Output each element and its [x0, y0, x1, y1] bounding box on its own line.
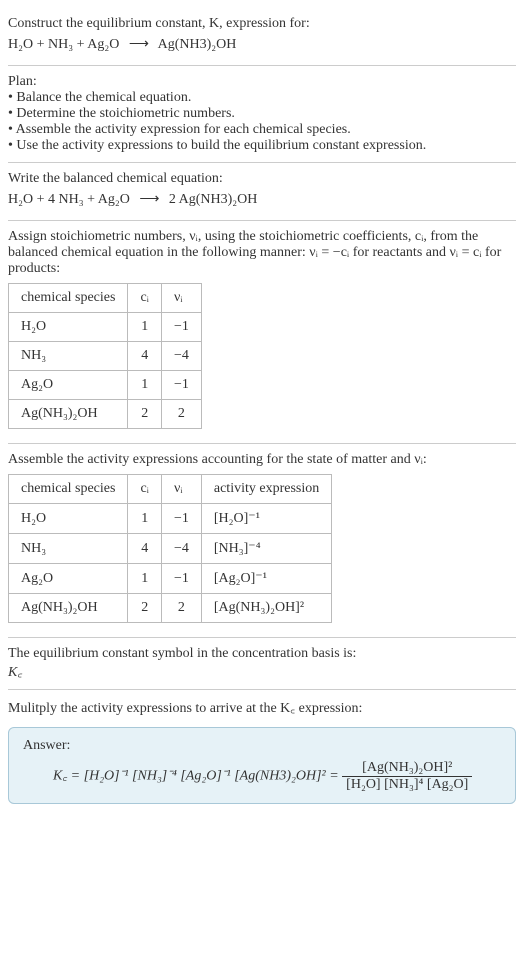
- fraction-denominator: [H₂O] [NH₃]⁴ [Ag₂O]: [342, 777, 472, 793]
- answer-expression: K꜀ = [H₂O]⁻¹ [NH₃]⁻⁴ [Ag₂O]⁻¹ [Ag(NH3)₂O…: [23, 760, 501, 793]
- answer-fraction: [Ag(NH₃)₂OH]² [H₂O] [NH₃]⁴ [Ag₂O]: [342, 760, 472, 793]
- answer-lhs: K꜀ = [H₂O]⁻¹ [NH₃]⁻⁴ [Ag₂O]⁻¹ [Ag(NH3)₂O…: [53, 769, 339, 784]
- plan-title: Plan:: [8, 74, 516, 90]
- table-row: Ag(NH₃)₂OH 2 2 [Ag(NH₃)₂OH]²: [9, 594, 332, 623]
- cell-species: NH₃: [9, 342, 128, 371]
- table-row: NH₃ 4 −4 [NH₃]⁻⁴: [9, 534, 332, 564]
- col-expr: activity expression: [201, 475, 331, 504]
- balanced-equation: H₂O + 4 NH₃ + Ag₂O ⟶ 2 Ag(NH3)₂OH: [8, 187, 516, 212]
- cell-species: NH₃: [9, 534, 128, 564]
- multiply-section: Mulitply the activity expressions to arr…: [8, 690, 516, 721]
- stoich-intro: Assign stoichiometric numbers, νᵢ, using…: [8, 229, 516, 277]
- kc-symbol: K꜀: [8, 662, 516, 681]
- balanced-title: Write the balanced chemical equation:: [8, 171, 516, 187]
- plan-bullet-4: • Use the activity expressions to build …: [8, 138, 516, 154]
- arrow-icon: ⟶: [123, 37, 155, 52]
- eq-rhs: Ag(NH3)₂OH: [158, 37, 237, 52]
- answer-box: Answer: K꜀ = [H₂O]⁻¹ [NH₃]⁻⁴ [Ag₂O]⁻¹ [A…: [8, 727, 516, 804]
- fraction-numerator: [Ag(NH₃)₂OH]²: [342, 760, 472, 777]
- cell-c: 1: [128, 371, 162, 400]
- table-row: Ag(NH₃)₂OH 2 2: [9, 400, 202, 429]
- cell-v: −4: [161, 534, 201, 564]
- eq-lhs: H₂O + NH₃ + Ag₂O: [8, 37, 119, 52]
- plan-bullet-3: • Assemble the activity expression for e…: [8, 122, 516, 138]
- col-species: chemical species: [9, 284, 128, 313]
- table-header-row: chemical species cᵢ νᵢ: [9, 284, 202, 313]
- cell-species: Ag₂O: [9, 564, 128, 594]
- cell-v: 2: [161, 400, 201, 429]
- cell-expr: [Ag(NH₃)₂OH]²: [201, 594, 331, 623]
- cell-species: Ag₂O: [9, 371, 128, 400]
- activity-intro: Assemble the activity expressions accoun…: [8, 452, 516, 468]
- col-v: νᵢ: [161, 475, 201, 504]
- col-species: chemical species: [9, 475, 128, 504]
- prompt-section: Construct the equilibrium constant, K, e…: [8, 8, 516, 66]
- cell-expr: [Ag₂O]⁻¹: [201, 564, 331, 594]
- cell-v: −1: [161, 313, 201, 342]
- table-row: H₂O 1 −1: [9, 313, 202, 342]
- cell-c: 4: [128, 342, 162, 371]
- stoich-section: Assign stoichiometric numbers, νᵢ, using…: [8, 221, 516, 444]
- stoich-table: chemical species cᵢ νᵢ H₂O 1 −1 NH₃ 4 −4…: [8, 283, 202, 429]
- answer-label: Answer:: [23, 738, 501, 754]
- balanced-section: Write the balanced chemical equation: H₂…: [8, 163, 516, 221]
- col-v: νᵢ: [161, 284, 201, 313]
- cell-c: 1: [128, 504, 162, 534]
- plan-bullet-2: • Determine the stoichiometric numbers.: [8, 106, 516, 122]
- cell-v: −1: [161, 564, 201, 594]
- cell-c: 1: [128, 313, 162, 342]
- col-c: cᵢ: [128, 284, 162, 313]
- cell-species: H₂O: [9, 504, 128, 534]
- prompt-text: Construct the equilibrium constant, K, e…: [8, 16, 310, 31]
- activity-table: chemical species cᵢ νᵢ activity expressi…: [8, 474, 332, 623]
- cell-v: −4: [161, 342, 201, 371]
- prompt-line1: Construct the equilibrium constant, K, e…: [8, 16, 516, 32]
- cell-c: 2: [128, 400, 162, 429]
- cell-v: 2: [161, 594, 201, 623]
- balanced-rhs: 2 Ag(NH3)₂OH: [169, 192, 257, 207]
- table-row: Ag₂O 1 −1: [9, 371, 202, 400]
- cell-v: −1: [161, 371, 201, 400]
- cell-expr: [H₂O]⁻¹: [201, 504, 331, 534]
- cell-species: Ag(NH₃)₂OH: [9, 594, 128, 623]
- multiply-intro: Mulitply the activity expressions to arr…: [8, 698, 516, 717]
- cell-c: 1: [128, 564, 162, 594]
- table-row: Ag₂O 1 −1 [Ag₂O]⁻¹: [9, 564, 332, 594]
- plan-section: Plan: • Balance the chemical equation. •…: [8, 66, 516, 163]
- symbol-section: The equilibrium constant symbol in the c…: [8, 638, 516, 690]
- table-row: NH₃ 4 −4: [9, 342, 202, 371]
- activity-section: Assemble the activity expressions accoun…: [8, 444, 516, 638]
- prompt-equation: H₂O + NH₃ + Ag₂O ⟶ Ag(NH3)₂OH: [8, 32, 516, 57]
- table-row: H₂O 1 −1 [H₂O]⁻¹: [9, 504, 332, 534]
- balanced-lhs: H₂O + 4 NH₃ + Ag₂O: [8, 192, 130, 207]
- table-header-row: chemical species cᵢ νᵢ activity expressi…: [9, 475, 332, 504]
- cell-expr: [NH₃]⁻⁴: [201, 534, 331, 564]
- cell-v: −1: [161, 504, 201, 534]
- cell-species: H₂O: [9, 313, 128, 342]
- symbol-intro: The equilibrium constant symbol in the c…: [8, 646, 516, 662]
- arrow-icon: ⟶: [133, 192, 165, 207]
- cell-c: 2: [128, 594, 162, 623]
- cell-c: 4: [128, 534, 162, 564]
- plan-bullet-1: • Balance the chemical equation.: [8, 90, 516, 106]
- col-c: cᵢ: [128, 475, 162, 504]
- cell-species: Ag(NH₃)₂OH: [9, 400, 128, 429]
